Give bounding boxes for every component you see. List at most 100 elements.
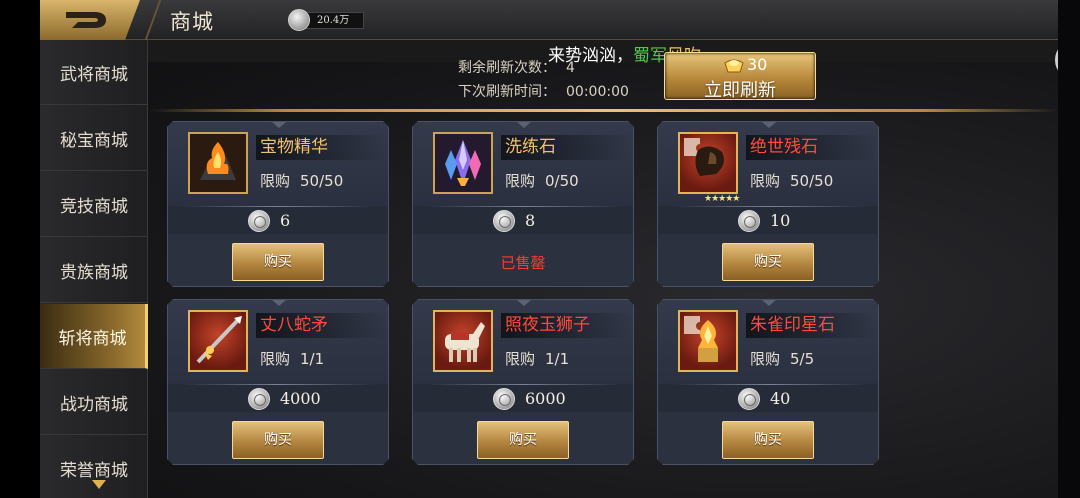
refresh-cost: 30 <box>747 55 768 74</box>
sidebar-item-merit-shop[interactable]: 战功商城 <box>40 370 148 435</box>
game-screen: 商城 20.4万 来势汹汹，蜀军风吹 武将商城 秘宝商城 竞技商城 贵族商城 斩… <box>0 0 1080 498</box>
refresh-info: 剩余刷新次数： 4 下次刷新时间： 00:00:00 <box>458 56 629 104</box>
limit-value: 50/50 <box>300 172 344 190</box>
item-price: 8 <box>525 211 536 230</box>
divider <box>427 206 621 207</box>
shop-item-card: 洗练石 限购 0/50 8 已售罄 <box>412 121 634 287</box>
divider <box>672 384 866 385</box>
spear-icon[interactable] <box>188 310 248 372</box>
price-row <box>413 384 633 412</box>
ingot-icon <box>724 59 744 73</box>
item-price: 6 <box>280 211 291 230</box>
next-refresh-label: 下次刷新时间： <box>458 84 556 100</box>
price-row <box>168 206 388 234</box>
price-row <box>413 206 633 234</box>
back-arrow-icon <box>66 12 106 28</box>
purchase-limit: 限购 50/50 <box>260 170 343 191</box>
silver-coin-icon <box>248 210 270 232</box>
shop-item-card: ★★★★★ 绝世残石 限购 50/50 10 购买 <box>657 121 879 287</box>
buy-button[interactable]: 购买 <box>722 243 814 281</box>
shop-category-sidebar: 武将商城 秘宝商城 竞技商城 贵族商城 斩将商城 战功商城 荣誉商城 <box>40 40 148 498</box>
sidebar-item-general-shop[interactable]: 武将商城 <box>40 40 148 105</box>
shop-item-card: 丈八蛇矛 限购 1/1 4000 购买 <box>167 299 389 465</box>
item-name: 绝世残石 <box>746 135 878 160</box>
item-price: 10 <box>770 211 791 230</box>
purchase-limit: 限购 1/1 <box>260 348 324 369</box>
limit-value: 5/5 <box>790 350 815 368</box>
card-notch <box>762 300 776 306</box>
divider <box>182 384 376 385</box>
silver-coin-icon <box>248 388 270 410</box>
next-refresh-value: 00:00:00 <box>566 84 629 100</box>
price-row <box>658 384 878 412</box>
silver-coin-icon <box>493 210 515 232</box>
item-name: 照夜玉狮子 <box>501 313 633 338</box>
card-notch <box>517 300 531 306</box>
divider <box>427 384 621 385</box>
screen-edge-left <box>0 0 40 498</box>
limit-value: 1/1 <box>300 350 325 368</box>
item-price: 4000 <box>280 389 321 408</box>
buy-button[interactable]: 购买 <box>232 243 324 281</box>
item-price: 40 <box>770 389 791 408</box>
banner-text-faction: 蜀军 <box>633 46 667 66</box>
card-notch <box>272 300 286 306</box>
gold-divider <box>150 109 1058 112</box>
screen-edge-right <box>1058 0 1080 498</box>
item-name: 丈八蛇矛 <box>256 313 388 338</box>
refresh-button-label: 立即刷新 <box>704 80 776 101</box>
horse-icon[interactable] <box>433 310 493 372</box>
divider <box>672 206 866 207</box>
purchase-limit: 限购 1/1 <box>505 348 569 369</box>
limit-label: 限购 <box>260 350 291 368</box>
silver-coin-icon <box>493 388 515 410</box>
star-rating: ★★★★★ <box>704 194 740 204</box>
silver-coin-icon <box>738 210 760 232</box>
limit-value: 1/1 <box>545 350 570 368</box>
title-separator <box>144 0 162 40</box>
buy-button[interactable]: 购买 <box>477 421 569 459</box>
purchase-limit: 限购 5/5 <box>750 348 814 369</box>
limit-value: 0/50 <box>545 172 579 190</box>
item-price: 6000 <box>525 389 566 408</box>
buy-button[interactable]: 购买 <box>232 421 324 459</box>
divider <box>182 206 376 207</box>
limit-label: 限购 <box>750 172 781 190</box>
limit-label: 限购 <box>505 172 536 190</box>
item-name: 宝物精华 <box>256 135 388 160</box>
sidebar-item-noble-shop[interactable]: 贵族商城 <box>40 238 148 303</box>
purchase-limit: 限购 50/50 <box>750 170 833 191</box>
limit-label: 限购 <box>505 350 536 368</box>
limit-value: 50/50 <box>790 172 834 190</box>
remaining-refresh-label: 剩余刷新次数： <box>458 60 556 76</box>
item-name: 朱雀印星石 <box>746 313 878 338</box>
price-row <box>658 206 878 234</box>
remaining-refresh-value: 4 <box>566 60 575 76</box>
currency-amount: 20.4万 <box>306 12 364 29</box>
scroll-down-arrow-icon[interactable] <box>92 480 106 489</box>
back-button[interactable] <box>40 0 140 40</box>
card-notch <box>762 122 776 128</box>
limit-label: 限购 <box>260 172 291 190</box>
sidebar-item-slay-general-shop[interactable]: 斩将商城 <box>40 304 148 369</box>
refresh-now-button[interactable]: 30 立即刷新 <box>664 52 816 101</box>
sidebar-item-treasure-shop[interactable]: 秘宝商城 <box>40 106 148 171</box>
top-bar: 商城 20.4万 <box>40 0 1080 40</box>
shop-item-card: 宝物精华 限购 50/50 6 购买 <box>167 121 389 287</box>
shop-item-card: 照夜玉狮子 限购 1/1 6000 购买 <box>412 299 634 465</box>
buy-button[interactable]: 购买 <box>722 421 814 459</box>
phoenix-seal-icon[interactable] <box>678 310 738 372</box>
sold-out-label: 已售罄 <box>500 254 546 272</box>
page-title: 商城 <box>170 10 214 34</box>
silver-coin-icon <box>738 388 760 410</box>
purchase-limit: 限购 0/50 <box>505 170 579 191</box>
crystal-cluster-icon[interactable] <box>433 132 493 194</box>
shop-item-card: 朱雀印星石 限购 5/5 40 购买 <box>657 299 879 465</box>
limit-label: 限购 <box>750 350 781 368</box>
item-name: 洗练石 <box>501 135 633 160</box>
silver-coin-icon <box>288 9 310 31</box>
card-notch <box>272 122 286 128</box>
sidebar-item-arena-shop[interactable]: 竞技商城 <box>40 172 148 237</box>
fire-crystal-icon[interactable] <box>188 132 248 194</box>
puzzle-stone-icon[interactable]: ★★★★★ <box>678 132 738 194</box>
